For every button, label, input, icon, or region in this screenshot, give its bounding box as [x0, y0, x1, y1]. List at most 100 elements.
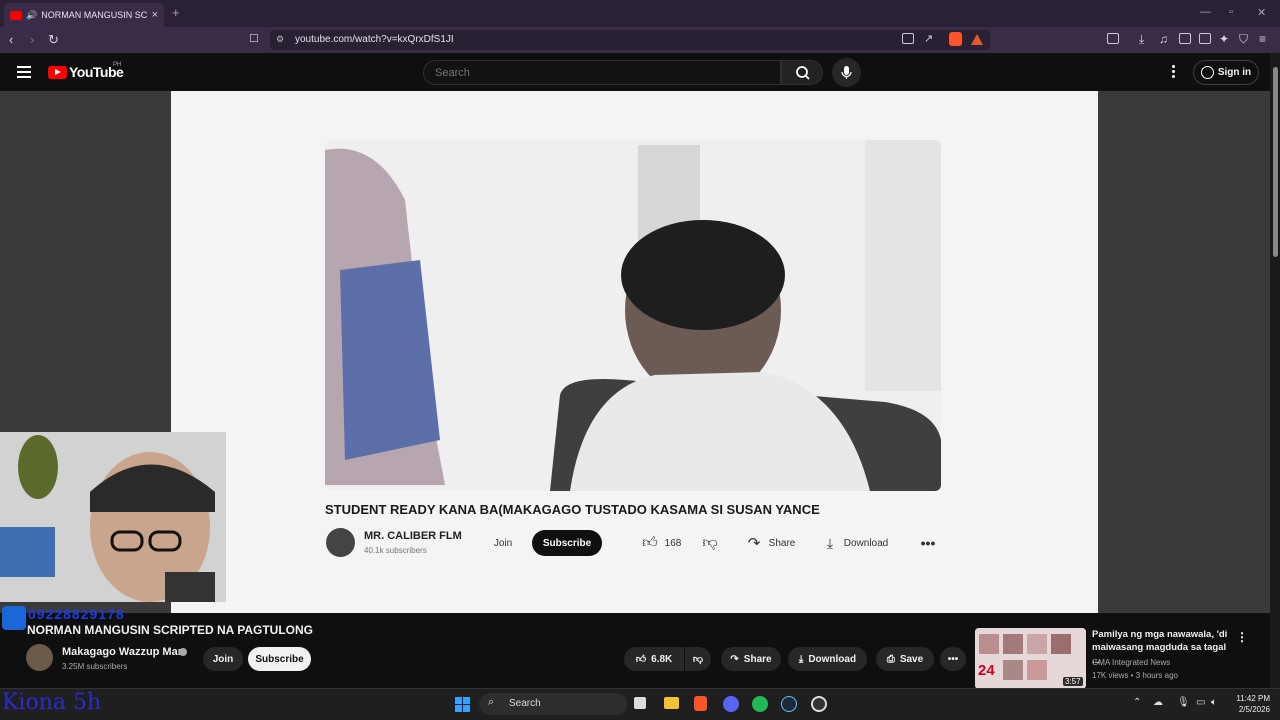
subscribe-button[interactable]: Subscribe [248, 647, 311, 671]
donation-number: 09228829178 [28, 606, 125, 622]
dislike-button[interactable]: 👎︎ [685, 647, 711, 671]
network-icon[interactable]: ▭ [1196, 697, 1205, 708]
download-button[interactable]: ⤓ Download [788, 647, 867, 671]
steam-icon[interactable] [781, 696, 797, 712]
recommendation-channel[interactable]: GMA Integrated News [1092, 658, 1170, 667]
obs-icon[interactable] [811, 696, 827, 712]
vpn-icon[interactable]: ⛉ [1239, 32, 1248, 47]
embedded-subscribe-button: Subscribe [532, 530, 602, 556]
wallet-icon[interactable] [1199, 33, 1211, 44]
site-info-icon[interactable]: ⚙ [276, 34, 284, 45]
back-icon[interactable]: ‹ [9, 32, 13, 47]
page-scrollbar[interactable] [1270, 53, 1280, 688]
embedded-more-icon: ••• [920, 535, 936, 551]
tray-app-icon[interactable]: ☁ [1153, 697, 1163, 708]
discord-icon[interactable] [723, 696, 739, 712]
forward-icon[interactable]: › [30, 32, 34, 47]
taskbar-search[interactable]: Search [479, 693, 627, 715]
embedded-download-label: Download [843, 537, 889, 549]
search-input[interactable] [423, 60, 781, 85]
clock-time: 11:42 PM [1236, 694, 1270, 703]
thumbnail-badge: 24 [978, 662, 995, 679]
brave-browser-icon[interactable] [694, 696, 707, 711]
embedded-video-title: STUDENT READY KANA BA(MAKAGAGO TUSTADO K… [325, 502, 820, 517]
reload-icon[interactable]: ↻ [48, 32, 59, 48]
new-tab-button[interactable]: + [172, 5, 180, 20]
url-text[interactable]: youtube.com/watch?v=kxQrxDfS1JI [295, 34, 454, 45]
share-page-icon[interactable]: ↗ [924, 32, 933, 45]
brave-shields-icon[interactable] [949, 32, 962, 46]
video-scene-image [325, 140, 941, 491]
downloads-icon[interactable]: ⤓ [1139, 32, 1144, 47]
tray-overflow-icon[interactable]: ⌃ [1133, 697, 1141, 708]
sidebar-icon[interactable] [1179, 33, 1191, 44]
close-window-icon[interactable]: ✕ [1257, 6, 1266, 19]
streamer-webcam [0, 432, 226, 602]
save-icon: ⎙ [886, 653, 895, 665]
download-icon: ⤓ [798, 653, 804, 665]
join-button[interactable]: Join [203, 647, 243, 671]
file-explorer-icon[interactable] [664, 697, 679, 709]
spotify-icon[interactable] [752, 696, 768, 712]
recommendation-duration: 3:57 [1063, 677, 1083, 686]
embedded-join-button: Join [493, 537, 513, 549]
maximize-icon[interactable]: ▫ [1229, 6, 1233, 18]
share-button[interactable]: ↷ Share [721, 647, 781, 671]
brave-rewards-icon[interactable] [971, 33, 983, 45]
task-view-icon[interactable] [634, 697, 646, 709]
webcam-illustration [0, 432, 226, 602]
sign-in-button[interactable]: Sign in [1193, 60, 1259, 85]
guide-menu-icon[interactable] [17, 66, 31, 78]
sign-in-label: Sign in [1217, 67, 1252, 78]
channel-name[interactable]: Makagago Wazzup Man [62, 646, 184, 658]
more-icon: ••• [947, 653, 959, 665]
mic-tray-icon[interactable]: 🎙︎ [1177, 697, 1190, 708]
save-button[interactable]: ⎙ Save [876, 647, 934, 671]
settings-kebab-icon[interactable] [1172, 65, 1176, 79]
account-icon [1200, 66, 1214, 79]
gcash-logo-icon [2, 606, 26, 630]
more-actions-button[interactable]: ••• [940, 647, 966, 671]
browser-tab[interactable]: 🔊 NORMAN MANGUSIN SCRIP × [4, 3, 164, 27]
clock-date: 2/5/2026 [1238, 705, 1270, 714]
windows-start-icon[interactable] [455, 697, 470, 712]
dislike-icon: 👎︎ [692, 654, 704, 665]
minimize-icon[interactable]: — [1200, 6, 1211, 18]
channel-subscribers: 3.25M subscribers [62, 662, 128, 671]
leo-ai-icon[interactable]: ✦ [1219, 32, 1229, 46]
video-frame-illustration [325, 140, 941, 491]
embedded-dislike-icon: 👎︎ [702, 534, 718, 551]
taskbar-clock[interactable]: 11:42 PM 2/5/2026 [1225, 693, 1270, 715]
taskbar-search-icon: ⌕ [488, 696, 495, 708]
tab-search-icon[interactable] [1107, 33, 1119, 44]
tab-title: NORMAN MANGUSIN SCRIP [41, 10, 148, 20]
bookmark-icon[interactable]: ☐ [249, 32, 259, 45]
embedded-download-icon: ⤓ [826, 534, 834, 551]
volume-icon[interactable]: 🔈︎ [1211, 697, 1217, 708]
recommendation-menu-icon[interactable]: ⋮ [1236, 630, 1248, 644]
microphone-icon [841, 66, 852, 79]
embedded-channel-name: MR. CALIBER FLM [364, 530, 462, 542]
save-label: Save [899, 653, 924, 665]
channel-avatar[interactable] [26, 644, 53, 671]
embedded-channel-avatar [326, 528, 355, 557]
cast-icon[interactable] [902, 33, 914, 44]
youtube-favicon-icon [10, 10, 22, 20]
scrollbar-thumb[interactable] [1273, 67, 1278, 257]
video-title: NORMAN MANGUSIN SCRIPTED NA PAGTULONG [27, 623, 313, 637]
close-tab-icon[interactable]: × [152, 9, 158, 21]
embedded-share-icon: ↷ [747, 535, 761, 552]
media-icon[interactable]: ♫ [1159, 32, 1168, 46]
share-label: Share [743, 653, 772, 665]
voice-search-button[interactable] [832, 58, 861, 87]
search-icon [796, 66, 810, 80]
menu-icon[interactable]: ≡ [1259, 32, 1266, 46]
audio-playing-icon[interactable]: 🔊 [26, 10, 37, 21]
search-button[interactable] [781, 60, 823, 85]
browser-tab-bar [0, 0, 1280, 27]
like-button[interactable]: 👍︎ 6.8K [624, 647, 684, 671]
youtube-logo-icon[interactable] [48, 66, 67, 79]
embedded-share-label: Share [768, 537, 796, 549]
download-label: Download [808, 653, 857, 665]
embedded-channel-subscribers: 40.1k subscribers [364, 546, 427, 555]
